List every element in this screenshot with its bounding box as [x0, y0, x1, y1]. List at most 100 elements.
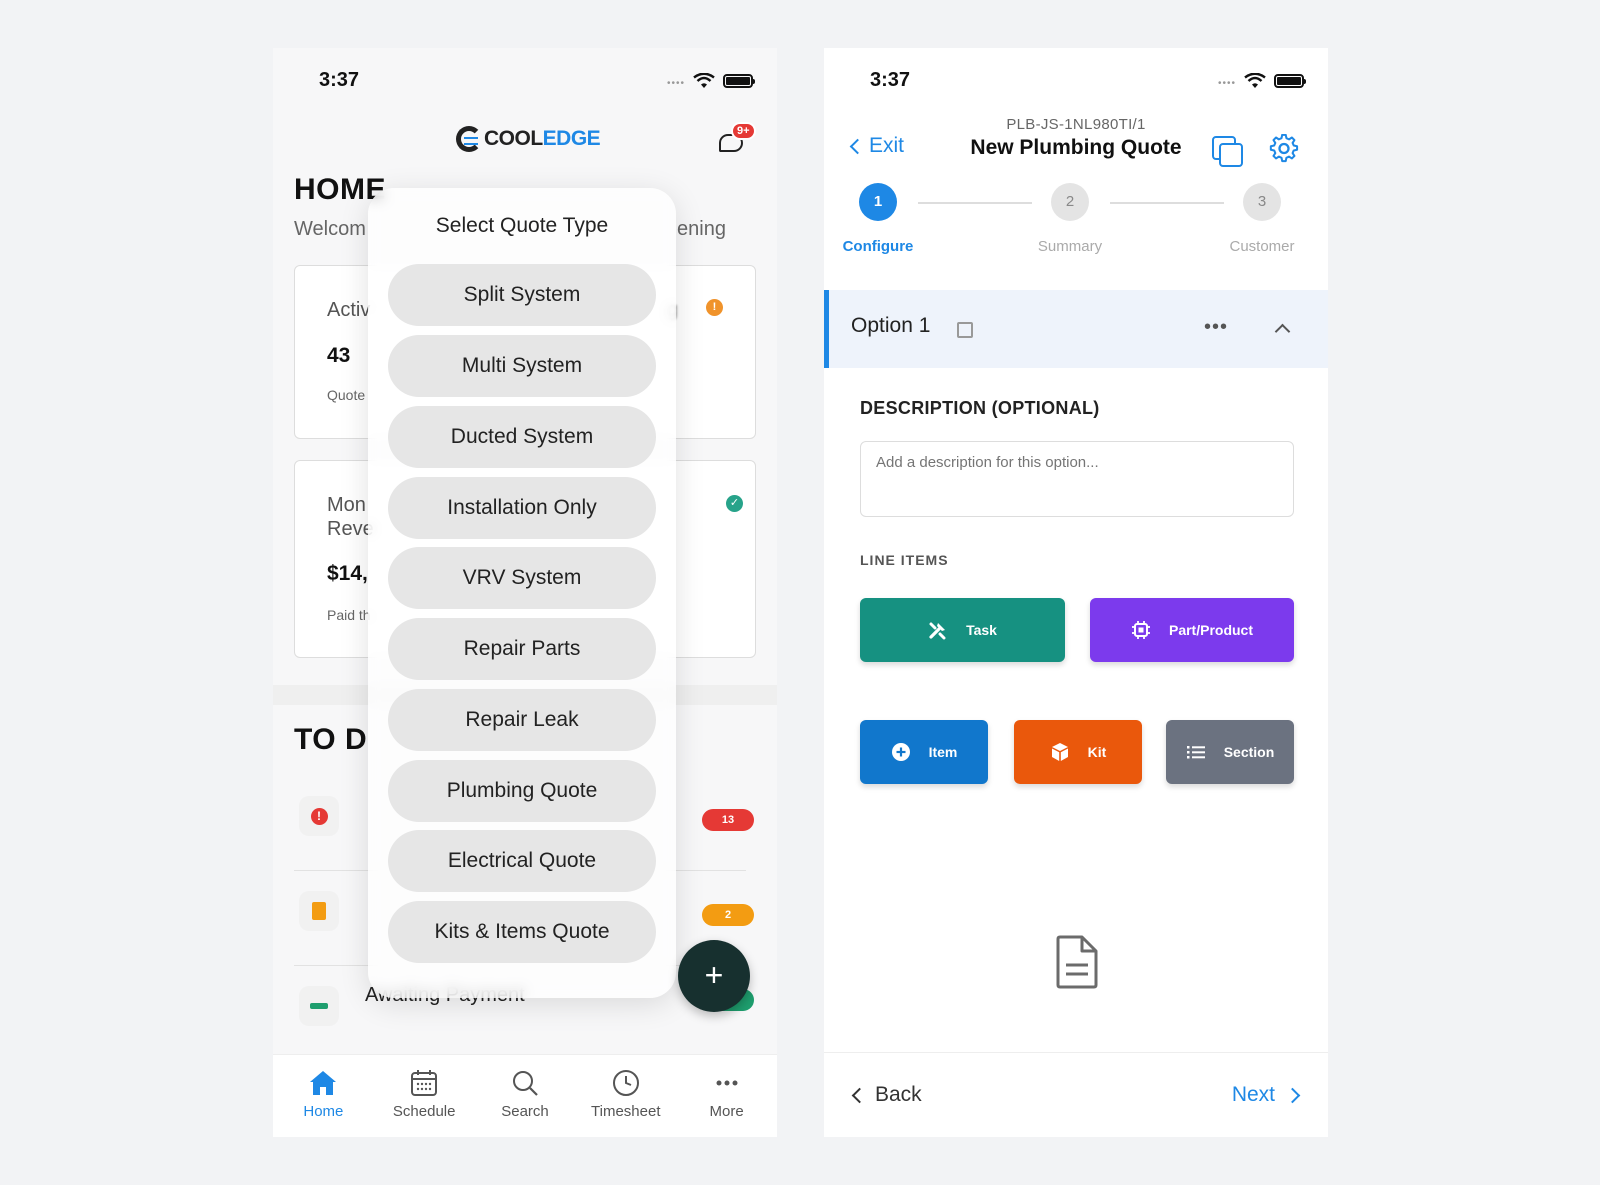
back-button[interactable]: Back	[851, 1083, 922, 1107]
chevron-left-icon	[849, 138, 866, 154]
step-connector	[918, 202, 1032, 204]
edit-icon[interactable]	[957, 322, 973, 338]
back-label: Back	[875, 1083, 922, 1106]
alert-icon: !	[299, 796, 339, 836]
card-label-line2: Reve	[327, 518, 374, 540]
add-section-button[interactable]: Section	[1166, 720, 1294, 784]
status-time: 3:37	[870, 69, 911, 91]
step-1-label: Configure	[842, 238, 914, 255]
logo-text-edge: EDGE	[542, 127, 601, 150]
add-kit-button[interactable]: Kit	[1014, 720, 1142, 784]
tab-label: Timesheet	[591, 1103, 661, 1120]
description-input[interactable]	[860, 441, 1294, 517]
add-task-button[interactable]: Task	[860, 598, 1065, 662]
step-2-circle[interactable]: 2	[1051, 183, 1089, 221]
wifi-icon	[693, 72, 715, 88]
tab-schedule[interactable]: Schedule	[379, 1069, 469, 1137]
quote-option-installation-only[interactable]: Installation Only	[388, 477, 656, 539]
next-label: Next	[1231, 1083, 1275, 1106]
quote-option-kits-items-quote[interactable]: Kits & Items Quote	[388, 901, 656, 963]
chip-icon	[1131, 621, 1150, 639]
button-label: Item	[928, 744, 958, 760]
line-items-label: LINE ITEMS	[860, 552, 949, 568]
box-icon	[1051, 743, 1068, 761]
quote-option-split-system[interactable]: Split System	[388, 264, 656, 326]
add-item-button[interactable]: Item	[860, 720, 988, 784]
calendar-icon	[411, 1070, 438, 1096]
chevron-left-icon	[851, 1087, 868, 1103]
chevron-up-icon[interactable]	[1274, 323, 1291, 340]
battery-icon	[723, 73, 755, 88]
copy-icon[interactable]	[1212, 136, 1243, 167]
payment-icon	[299, 986, 339, 1026]
search-icon	[512, 1071, 538, 1096]
clock-icon	[612, 1070, 639, 1096]
tab-bar: Home Schedule Search Timesheet More	[273, 1054, 777, 1137]
quote-type-popup: Select Quote Type Split System Multi Sys…	[368, 188, 676, 998]
option-header[interactable]: Option 1 •••	[824, 290, 1328, 368]
stepper: 1 2 3 Configure Summary Customer	[824, 183, 1328, 263]
more-icon	[716, 1080, 738, 1086]
tab-label: More	[709, 1103, 744, 1120]
quote-option-electrical-quote[interactable]: Electrical Quote	[388, 830, 656, 892]
welcome-text-right: ening	[677, 218, 726, 240]
warning-icon: !	[706, 299, 723, 316]
quote-builder-screen: 3:37 •••• PLB-JS-1NL980TI/1 New Plumbing…	[824, 48, 1328, 1137]
step-3-label: Customer	[1229, 238, 1295, 255]
quote-option-repair-parts[interactable]: Repair Parts	[388, 618, 656, 680]
description-label: DESCRIPTION (OPTIONAL)	[860, 398, 1100, 418]
tools-icon	[929, 622, 946, 640]
tab-search[interactable]: Search	[480, 1069, 570, 1137]
card-sub: Paid th	[327, 607, 371, 623]
status-time: 3:37	[319, 69, 360, 91]
next-button[interactable]: Next	[1231, 1083, 1301, 1107]
tab-more[interactable]: More	[682, 1069, 772, 1137]
card-value: $14,	[327, 562, 368, 585]
quote-code: PLB-JS-1NL980TI/1	[1006, 116, 1146, 133]
step-1-circle[interactable]: 1	[859, 183, 897, 221]
button-label: Part/Product	[1168, 622, 1253, 638]
add-fab-button[interactable]: +	[678, 940, 750, 1012]
step-connector	[1110, 202, 1224, 204]
wifi-icon	[1244, 72, 1266, 88]
add-part-product-button[interactable]: Part/Product	[1090, 598, 1294, 662]
status-icons: ••••	[666, 72, 755, 89]
count-pill: 13	[702, 809, 754, 831]
card-label-line1: Mon	[327, 494, 366, 516]
popup-title: Select Quote Type	[435, 214, 609, 237]
tab-label: Search	[501, 1103, 549, 1120]
button-label: Task	[966, 622, 997, 638]
tab-label: Schedule	[392, 1103, 456, 1120]
quote-option-repair-leak[interactable]: Repair Leak	[388, 689, 656, 751]
cooledge-logo: COOLEDGE	[456, 126, 601, 152]
bottom-nav: Back Next	[824, 1052, 1328, 1137]
tab-home[interactable]: Home	[278, 1069, 368, 1137]
logo-mark-icon	[456, 126, 482, 152]
quote-option-multi-system[interactable]: Multi System	[388, 335, 656, 397]
plus-circle-icon	[891, 743, 910, 761]
signal-icon: ••••	[1217, 78, 1236, 89]
todo-title: TO D	[294, 723, 368, 756]
check-icon: ✓	[726, 495, 743, 512]
gear-icon[interactable]	[1269, 134, 1299, 164]
exit-button[interactable]: Exit	[849, 134, 904, 158]
signal-icon: ••••	[666, 78, 685, 89]
document-icon	[299, 891, 339, 931]
quote-option-vrv-system[interactable]: VRV System	[388, 547, 656, 609]
button-label: Kit	[1087, 744, 1107, 760]
battery-icon	[1274, 73, 1306, 88]
button-label: Section	[1223, 744, 1275, 760]
document-icon	[1056, 935, 1098, 989]
quote-option-plumbing-quote[interactable]: Plumbing Quote	[388, 760, 656, 822]
home-screen: 3:37 •••• COOLEDGE 9+ HOME Welcom ening …	[273, 48, 777, 1137]
more-options-icon[interactable]: •••	[1204, 316, 1228, 339]
step-3-circle[interactable]: 3	[1243, 183, 1281, 221]
card-sub: Quote	[327, 387, 366, 403]
tab-timesheet[interactable]: Timesheet	[581, 1069, 671, 1137]
card-label: Activ	[327, 299, 371, 321]
notifications-button[interactable]: 9+	[719, 122, 756, 154]
notification-badge: 9+	[731, 122, 756, 140]
step-2-label: Summary	[1037, 238, 1103, 255]
status-icons: ••••	[1217, 72, 1306, 89]
quote-option-ducted-system[interactable]: Ducted System	[388, 406, 656, 468]
